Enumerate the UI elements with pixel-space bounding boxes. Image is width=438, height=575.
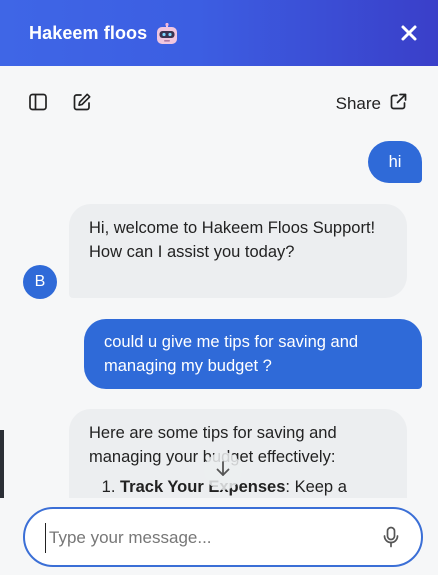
list-item-title: Track Your Expenses [120,478,286,496]
bot-message-text: Hi, welcome to Hakeem Floos Support! How… [89,219,376,261]
scroll-to-bottom-button[interactable] [204,452,242,490]
user-message-text: hi [388,153,402,171]
sidebar-toggle-icon[interactable] [28,92,48,112]
microphone-icon[interactable] [381,526,401,548]
share-label: Share [335,94,381,113]
avatar-letter: B [34,273,46,290]
bot-message: Hi, welcome to Hakeem Floos Support! How… [69,204,407,298]
list-item: Track Your Expenses: Keep a [120,475,387,499]
message-input-box [23,507,423,567]
avatar: B [23,265,57,299]
arrow-down-icon [213,459,233,484]
message-input[interactable] [45,523,371,553]
chat-widget: Hakeem floos Share hi Hi, welcome to Hak… [0,0,438,575]
close-icon[interactable] [398,22,420,44]
user-message: could u give me tips for saving and mana… [84,319,422,389]
chat-title: Hakeem floos [29,22,148,43]
edit-icon[interactable] [72,92,92,112]
list-item-text: : Keep a [285,478,347,496]
user-message: hi [368,141,422,183]
share-button[interactable]: Share [336,92,408,116]
chat-header: Hakeem floos [0,0,438,66]
external-link-icon [389,92,408,116]
robot-icon [155,22,179,45]
composer [0,498,438,575]
chat-toolbar: Share [0,66,438,138]
user-message-text: could u give me tips for saving and mana… [104,333,359,375]
